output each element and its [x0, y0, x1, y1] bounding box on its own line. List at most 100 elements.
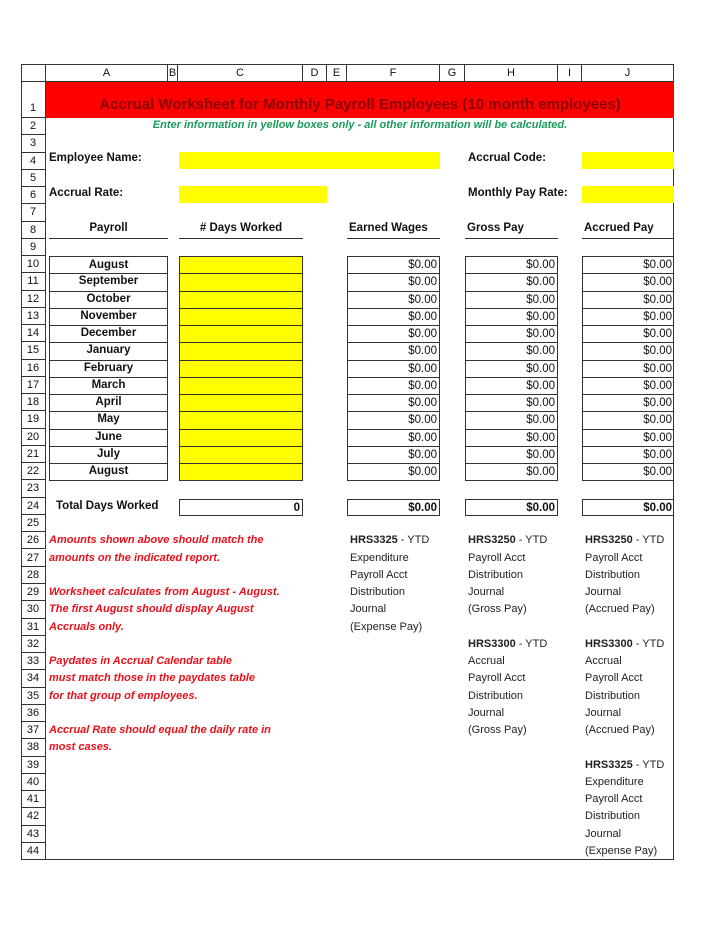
report-code-suffix: - YTD [515, 637, 548, 650]
row-header-8[interactable]: 8 [21, 221, 46, 239]
column-header-a[interactable]: A [46, 64, 168, 82]
row-header-43[interactable]: 43 [21, 825, 46, 843]
report-line: Distribution [350, 586, 406, 599]
row-header-21[interactable]: 21 [21, 445, 46, 464]
row-header-29[interactable]: 29 [21, 584, 46, 602]
report-line: Accrual [468, 655, 505, 668]
earned-wages-cell: $0.00 [347, 273, 440, 292]
accrued-pay-cell: $0.00 [582, 445, 674, 465]
column-header-f[interactable]: F [347, 64, 440, 82]
report-line: Expenditure [350, 551, 409, 564]
select-all-corner[interactable] [21, 64, 46, 82]
row-header-44[interactable]: 44 [21, 842, 46, 861]
row-header-1[interactable]: 1 [21, 82, 46, 118]
earned-wages-cell: $0.00 [347, 307, 440, 327]
days-worked-input[interactable] [179, 394, 303, 413]
row-header-42[interactable]: 42 [21, 808, 46, 826]
row-header-17[interactable]: 17 [21, 376, 46, 395]
column-header-d[interactable]: D [303, 64, 327, 82]
column-header-e[interactable]: E [327, 64, 347, 82]
earned-wages-cell: $0.00 [347, 325, 440, 344]
instruction-note: most cases. [49, 741, 112, 754]
column-header-h[interactable]: H [465, 64, 558, 82]
row-header-12[interactable]: 12 [21, 290, 46, 308]
days-worked-input[interactable] [179, 463, 303, 482]
row-header-34[interactable]: 34 [21, 670, 46, 688]
header-gross-pay: Gross Pay [465, 222, 558, 239]
accrued-pay-cell: $0.00 [582, 359, 674, 378]
days-worked-input[interactable] [179, 290, 303, 309]
row-header-2[interactable]: 2 [21, 118, 46, 136]
row-header-22[interactable]: 22 [21, 463, 46, 481]
row-header-39[interactable]: 39 [21, 756, 46, 774]
column-header-j[interactable]: J [582, 64, 674, 82]
payroll-month-cell: August [49, 463, 168, 482]
row-header-5[interactable]: 5 [21, 169, 46, 188]
page-title: Accrual Worksheet for Monthly Payroll Em… [99, 96, 621, 113]
row-header-37[interactable]: 37 [21, 722, 46, 740]
row-header-23[interactable]: 23 [21, 480, 46, 498]
row-header-9[interactable]: 9 [21, 238, 46, 257]
row-header-20[interactable]: 20 [21, 428, 46, 446]
row-header-10[interactable]: 10 [21, 256, 46, 274]
days-worked-input[interactable] [179, 342, 303, 361]
row-header-6[interactable]: 6 [21, 187, 46, 205]
row-header-40[interactable]: 40 [21, 773, 46, 792]
accrual-rate-input[interactable] [179, 186, 327, 203]
report-line: Expenditure [585, 775, 644, 788]
days-worked-input[interactable] [179, 411, 303, 430]
payroll-month-cell: October [49, 290, 168, 309]
report-line: (Accrued Pay) [585, 724, 655, 737]
days-worked-input[interactable] [179, 325, 303, 344]
days-worked-input[interactable] [179, 445, 303, 465]
row-header-41[interactable]: 41 [21, 791, 46, 809]
days-worked-input[interactable] [179, 359, 303, 378]
days-worked-input[interactable] [179, 307, 303, 327]
days-worked-input[interactable] [179, 256, 303, 275]
column-header-c[interactable]: C [178, 64, 303, 82]
row-header-28[interactable]: 28 [21, 566, 46, 584]
row-header-26[interactable]: 26 [21, 532, 46, 550]
employee-name-input[interactable] [179, 152, 440, 169]
payroll-month-cell: March [49, 376, 168, 396]
row-header-27[interactable]: 27 [21, 549, 46, 567]
row-header-38[interactable]: 38 [21, 739, 46, 757]
payroll-month-cell: May [49, 411, 168, 430]
payroll-month-cell: August [49, 256, 168, 275]
column-header-b[interactable]: B [168, 64, 178, 82]
row-header-19[interactable]: 19 [21, 411, 46, 429]
row-header-7[interactable]: 7 [21, 204, 46, 222]
column-header-g[interactable]: G [440, 64, 465, 82]
report-line: Distribution [585, 689, 641, 702]
row-header-30[interactable]: 30 [21, 601, 46, 619]
row-header-25[interactable]: 25 [21, 514, 46, 533]
monthly-pay-rate-input[interactable] [582, 186, 674, 203]
row-header-4[interactable]: 4 [21, 152, 46, 170]
report-code-id: HRS3250 [585, 534, 633, 547]
row-header-14[interactable]: 14 [21, 325, 46, 343]
instruction-note: Worksheet calculates from August - Augus… [49, 586, 280, 599]
instruction-note: for that group of employees. [49, 689, 198, 702]
row-header-15[interactable]: 15 [21, 342, 46, 360]
row-header-35[interactable]: 35 [21, 687, 46, 705]
row-header-32[interactable]: 32 [21, 635, 46, 654]
days-worked-input[interactable] [179, 376, 303, 396]
days-worked-input[interactable] [179, 428, 303, 447]
row-header-33[interactable]: 33 [21, 653, 46, 671]
report-code: HRS3300 - YTD [585, 638, 664, 650]
row-header-13[interactable]: 13 [21, 307, 46, 326]
report-code-id: HRS3325 [585, 758, 633, 771]
row-header-36[interactable]: 36 [21, 704, 46, 723]
earned-wages-cell: $0.00 [347, 290, 440, 309]
days-worked-input[interactable] [179, 273, 303, 292]
row-header-3[interactable]: 3 [21, 135, 46, 153]
row-header-18[interactable]: 18 [21, 394, 46, 412]
row-header-16[interactable]: 16 [21, 359, 46, 377]
row-header-31[interactable]: 31 [21, 618, 46, 636]
accrued-pay-cell: $0.00 [582, 376, 674, 396]
column-header-i[interactable]: I [558, 64, 582, 82]
row-header-24[interactable]: 24 [21, 497, 46, 515]
accrual-code-input[interactable] [582, 152, 674, 169]
row-header-11[interactable]: 11 [21, 273, 46, 291]
report-code: HRS3250 - YTD [585, 534, 664, 546]
